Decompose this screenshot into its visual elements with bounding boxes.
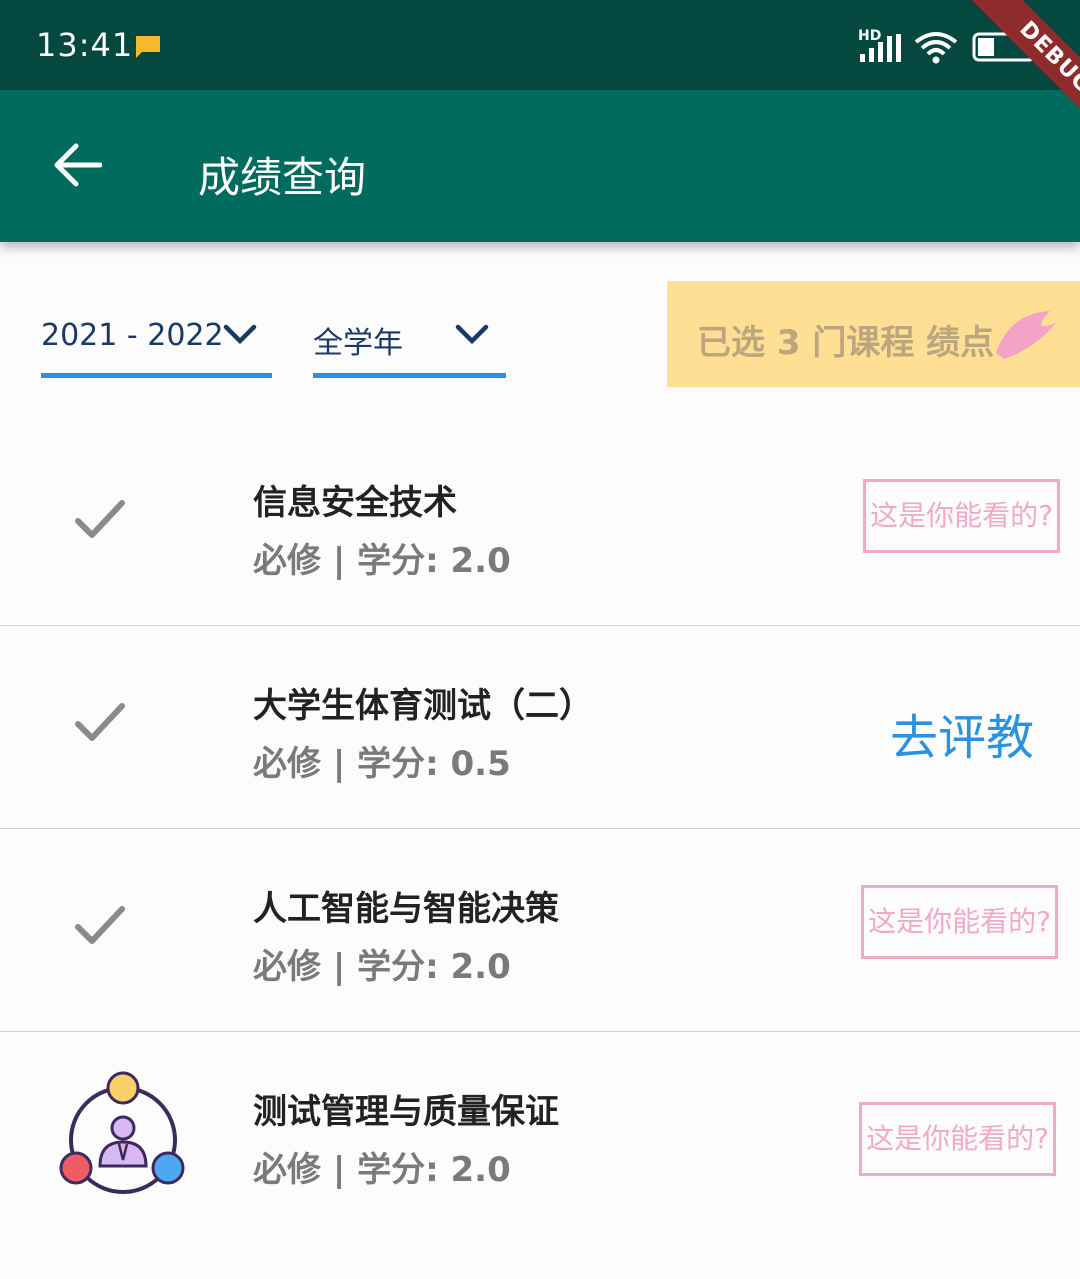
course-meta: 必修 | 学分: 2.0 (253, 947, 511, 987)
signal-icon (860, 34, 901, 62)
course-type: 必修 (253, 541, 321, 581)
checkmark-icon (75, 906, 125, 944)
course-credit: 学分: 2.0 (357, 1150, 511, 1190)
course-row[interactable]: 测试管理与质量保证 必修 | 学分: 2.0 这是你能看的? (0, 1032, 1080, 1235)
wifi-icon (914, 32, 958, 64)
checkmark-icon (75, 500, 125, 538)
term-dropdown-value: 全学年 (313, 326, 403, 361)
course-name: 人工智能与智能决策 (253, 889, 559, 929)
gpa-summary-text: 已选 3 门课程 绩点 (697, 323, 995, 363)
app-bar: 成绩查询 (0, 90, 1080, 242)
gpa-hidden-value-scribble (996, 311, 1056, 359)
status-bar: 13:41 HD (0, 0, 1080, 90)
course-credit: 学分: 2.0 (357, 541, 511, 581)
course-credit: 学分: 2.0 (357, 947, 511, 987)
grade-hidden-button[interactable]: 这是你能看的? (859, 1102, 1056, 1176)
course-type: 必修 (253, 1150, 321, 1190)
course-name: 大学生体育测试（二） (253, 686, 593, 726)
course-row[interactable]: 人工智能与智能决策 必修 | 学分: 2.0 这是你能看的? (0, 829, 1080, 1032)
chevron-down-icon (223, 324, 257, 345)
gpa-summary[interactable]: 已选 3 门课程 绩点 (667, 281, 1080, 387)
year-dropdown[interactable]: 2021 - 2022 (41, 306, 272, 378)
notification-icon (136, 36, 160, 58)
course-name: 信息安全技术 (253, 483, 457, 523)
course-meta: 必修 | 学分: 0.5 (253, 744, 511, 784)
course-row[interactable]: 大学生体育测试（二） 必修 | 学分: 0.5 去评教 (0, 626, 1080, 829)
course-row[interactable]: 信息安全技术 必修 | 学分: 2.0 这是你能看的? (0, 423, 1080, 626)
course-type: 必修 (253, 947, 321, 987)
course-name: 测试管理与质量保证 (253, 1092, 559, 1132)
back-arrow-icon[interactable] (52, 142, 102, 188)
course-meta: 必修 | 学分: 2.0 (253, 541, 511, 581)
page-title: 成绩查询 (198, 153, 367, 202)
course-meta: 必修 | 学分: 2.0 (253, 1150, 511, 1190)
year-dropdown-value: 2021 - 2022 (41, 318, 224, 353)
grade-hidden-button[interactable]: 这是你能看的? (863, 479, 1060, 553)
course-type: 必修 (253, 744, 321, 784)
status-time: 13:41 (36, 26, 134, 64)
grade-hidden-button[interactable]: 这是你能看的? (861, 885, 1058, 959)
team-person-icon (59, 1071, 185, 1194)
evaluate-teaching-link[interactable]: 去评教 (890, 698, 1034, 768)
course-credit: 学分: 0.5 (357, 744, 511, 784)
term-dropdown[interactable]: 全学年 (313, 306, 506, 378)
chevron-down-icon (455, 324, 489, 345)
checkmark-icon (75, 703, 125, 741)
